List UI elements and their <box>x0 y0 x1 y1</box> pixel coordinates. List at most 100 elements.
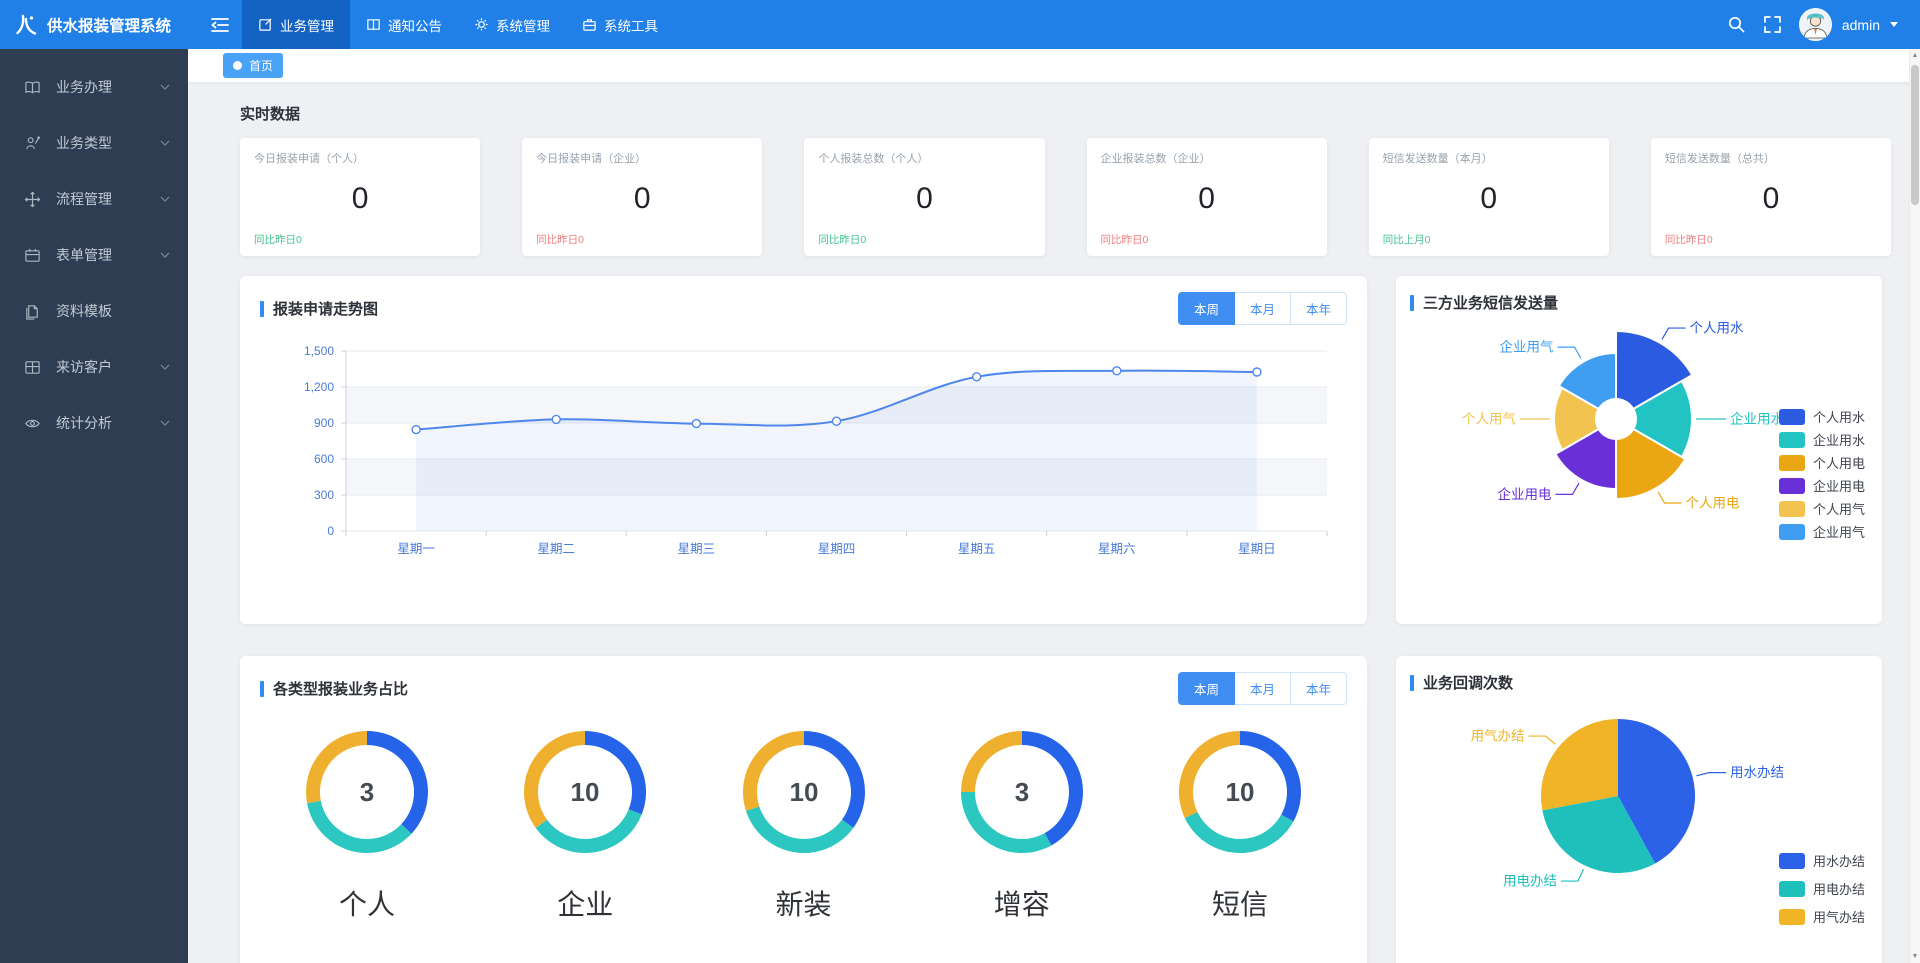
slice-label: 用电办结 <box>1503 874 1557 889</box>
label-leader-line <box>1558 347 1582 358</box>
label-leader-line <box>1556 483 1580 494</box>
table-icon <box>24 359 41 376</box>
donut-category-label: 个人 <box>292 883 442 923</box>
form-icon <box>24 247 41 264</box>
slice-label: 企业用水 <box>1730 411 1784 427</box>
menu-notice[interactable]: 通知公告 <box>350 0 458 49</box>
rose-hole <box>1596 399 1636 439</box>
edit-icon <box>258 17 273 32</box>
stat-card-today-personal: 今日报装申请（个人） 0 同比昨日0 <box>240 138 480 256</box>
donut-charts-group: 3个人10企业10新装3增容10短信 <box>260 717 1347 923</box>
menu-tools[interactable]: 系统工具 <box>566 0 674 49</box>
sidebar-item-business-handle[interactable]: 业务办理 <box>0 59 188 115</box>
chevron-down-icon[interactable] <box>1890 22 1898 27</box>
legend-item[interactable]: 个人用电 <box>1779 455 1865 471</box>
type-ratio-card: 各类型报装业务占比 本周 本月 本年 3个人10企业10新装3增容10短信 <box>240 656 1367 963</box>
tab-week-button[interactable]: 本周 <box>1178 672 1235 705</box>
donut-value: 3 <box>360 777 374 807</box>
username[interactable]: admin <box>1842 17 1880 33</box>
sidebar-item-business-type[interactable]: 业务类型 <box>0 115 188 171</box>
legend-item[interactable]: 个人用水 <box>1779 409 1865 425</box>
gear-icon <box>474 17 489 32</box>
svg-text:个人用气: 个人用气 <box>1813 502 1865 517</box>
slice-label: 用气办结 <box>1471 729 1525 744</box>
scroll-up-icon[interactable]: ▲ <box>1910 52 1920 59</box>
tags-bar: 首页 <box>188 49 1920 83</box>
move-icon <box>24 191 41 208</box>
type-ratio-title: 各类型报装业务占比 <box>273 678 408 699</box>
realtime-section-title: 实时数据 <box>240 103 1891 124</box>
label-leader-line <box>1529 736 1556 744</box>
svg-text:企业用水: 企业用水 <box>1813 433 1865 448</box>
legend-item[interactable]: 企业用电 <box>1779 478 1865 494</box>
tab-month-button[interactable]: 本月 <box>1235 292 1291 325</box>
donut-segment <box>1185 812 1294 853</box>
donut-chart-item: 10企业 <box>510 717 660 923</box>
chevron-down-icon <box>160 252 170 258</box>
callback-chart-card: 业务回调次数 用水办结用电办结用气办结用水办结用电办结用气办结 <box>1396 656 1882 963</box>
sidebar-item-visitors[interactable]: 来访客户 <box>0 339 188 395</box>
slice-label: 个人用水 <box>1690 321 1744 336</box>
sidebar-toggle-icon[interactable] <box>198 0 242 49</box>
sidebar-item-process-mgmt[interactable]: 流程管理 <box>0 171 188 227</box>
x-axis-tick-label: 星期三 <box>678 542 716 556</box>
legend-item[interactable]: 企业用气 <box>1779 524 1865 540</box>
donut-category-label: 新装 <box>729 883 879 923</box>
tab-month-button[interactable]: 本月 <box>1235 672 1291 705</box>
chevron-down-icon <box>160 84 170 90</box>
legend-item[interactable]: 企业用水 <box>1779 432 1865 448</box>
trend-line-chart: 03006009001,2001,500星期一星期二星期三星期四星期五星期六星期… <box>260 335 1345 575</box>
data-point-marker <box>412 426 420 434</box>
donut-segment <box>536 809 642 853</box>
legend-item[interactable]: 用电办结 <box>1779 881 1865 897</box>
tab-year-button[interactable]: 本年 <box>1291 672 1347 705</box>
donut-ring: 10 <box>510 717 660 867</box>
tab-home[interactable]: 首页 <box>223 53 283 78</box>
top-menu: 业务管理 通知公告 系统管理 <box>242 0 674 49</box>
user-avatar[interactable] <box>1799 8 1832 41</box>
fullscreen-icon[interactable] <box>1764 16 1781 33</box>
scrollbar-thumb[interactable] <box>1911 65 1919 205</box>
scroll-down-icon[interactable]: ▼ <box>1910 953 1920 960</box>
navbar-tools: admin <box>1727 8 1920 41</box>
sidebar-item-templates[interactable]: 资料模板 <box>0 283 188 339</box>
stat-card-sms-total: 短信发送数量（总共） 0 同比昨日0 <box>1651 138 1891 256</box>
chevron-down-icon <box>160 364 170 370</box>
sms-rose-chart-card: 三方业务短信发送量 个人用水企业用水个人用电企业用电个人用气企业用气个人用水企业… <box>1396 276 1882 624</box>
stat-card-sms-month: 短信发送数量（本月） 0 同比上月0 <box>1369 138 1609 256</box>
menu-system[interactable]: 系统管理 <box>458 0 566 49</box>
data-point-marker <box>973 373 981 381</box>
slice-label: 用水办结 <box>1730 765 1784 780</box>
sms-chart-title: 三方业务短信发送量 <box>1423 292 1558 313</box>
tag-dot-icon <box>233 61 242 70</box>
sidebar-item-statistics[interactable]: 统计分析 <box>0 395 188 451</box>
x-axis-tick-label: 星期二 <box>537 542 575 556</box>
legend-item[interactable]: 个人用气 <box>1779 501 1865 517</box>
chevron-down-icon <box>160 420 170 426</box>
label-leader-line <box>1561 869 1584 881</box>
svg-text:用气办结: 用气办结 <box>1813 910 1865 925</box>
sms-rose-chart: 个人用水企业用水个人用电企业用电个人用气企业用气个人用水企业用水个人用电企业用电… <box>1410 319 1868 591</box>
person-icon <box>24 135 41 152</box>
donut-value: 3 <box>1015 777 1029 807</box>
title-accent-bar <box>260 301 264 317</box>
trend-chart-title: 报装申请走势图 <box>273 298 378 319</box>
x-axis-tick-label: 星期五 <box>958 542 996 556</box>
vertical-scrollbar[interactable]: ▲ ▼ <box>1909 49 1920 963</box>
legend-item[interactable]: 用气办结 <box>1779 909 1865 925</box>
top-navbar: 供水报装管理系统 业务管理 通知公告 <box>0 0 1920 49</box>
data-point-marker <box>1113 367 1121 375</box>
app-logo[interactable]: 供水报装管理系统 <box>0 13 188 37</box>
menu-business[interactable]: 业务管理 <box>242 0 350 49</box>
y-axis-tick-label: 1,500 <box>304 344 334 358</box>
sidebar-item-form-mgmt[interactable]: 表单管理 <box>0 227 188 283</box>
legend-item[interactable]: 用水办结 <box>1779 853 1865 869</box>
pie-slice <box>1541 719 1618 810</box>
chevron-down-icon <box>160 140 170 146</box>
slice-label: 企业用电 <box>1498 486 1552 502</box>
donut-ring: 3 <box>947 717 1097 867</box>
donut-segment <box>367 731 428 834</box>
tab-year-button[interactable]: 本年 <box>1291 292 1347 325</box>
tab-week-button[interactable]: 本周 <box>1178 292 1235 325</box>
search-icon[interactable] <box>1727 15 1746 34</box>
